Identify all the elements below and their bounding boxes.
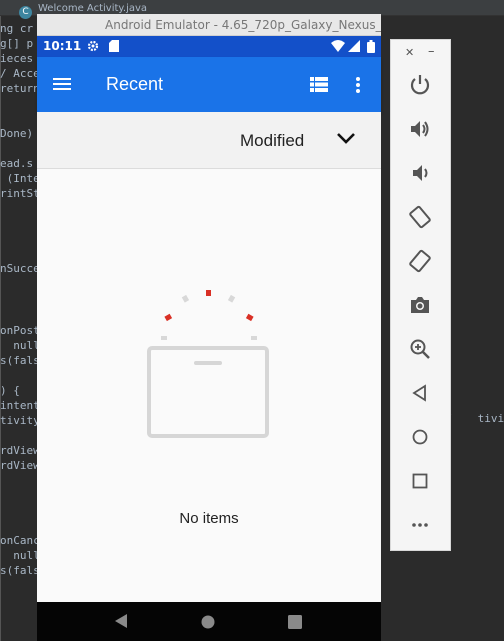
- empty-state-text: No items: [179, 510, 239, 527]
- code-line: tivity: [0, 414, 40, 427]
- sd-card-icon: [109, 40, 119, 55]
- menu-icon[interactable]: [53, 76, 73, 92]
- code-line: (Inte: [0, 172, 40, 185]
- app-bar: Recent: [37, 57, 381, 112]
- code-line: intent: [0, 399, 40, 412]
- code-line: onPost: [0, 324, 40, 337]
- back-icon[interactable]: [408, 381, 432, 405]
- nav-back-icon[interactable]: [114, 613, 128, 633]
- emulator-window-title: Android Emulator - 4.65_720p_Galaxy_Nexu…: [105, 18, 381, 32]
- code-line: ng cr: [0, 22, 34, 35]
- code-line: g[] p: [0, 37, 34, 50]
- volume-up-icon[interactable]: [408, 117, 432, 141]
- code-line: s(fals: [0, 354, 40, 367]
- code-line: ead.s: [0, 157, 34, 170]
- home-icon[interactable]: [408, 425, 432, 449]
- page-title: Recent: [106, 74, 164, 94]
- nav-recents-icon[interactable]: [288, 614, 302, 633]
- more-options-icon[interactable]: [408, 513, 432, 537]
- rotate-right-icon[interactable]: [408, 249, 432, 273]
- code-line: return: [0, 82, 40, 95]
- code-line: null: [0, 339, 40, 352]
- code-line: null: [0, 549, 40, 562]
- camera-icon[interactable]: [408, 293, 432, 317]
- close-icon[interactable]: ✕: [405, 46, 414, 59]
- code-line: rdView: [0, 444, 40, 457]
- list-view-icon[interactable]: [310, 77, 330, 93]
- signal-icon: [348, 40, 360, 55]
- power-icon[interactable]: [408, 73, 432, 97]
- nav-home-icon[interactable]: [201, 614, 215, 633]
- android-nav-bar: [37, 602, 381, 641]
- rotate-left-icon[interactable]: [408, 205, 432, 229]
- wifi-icon: [331, 40, 345, 55]
- code-line: rintSt: [0, 187, 40, 200]
- code-line: onCanc: [0, 534, 40, 547]
- code-line: ) {: [0, 384, 20, 397]
- code-line: / Acce: [0, 67, 40, 80]
- chevron-down-icon[interactable]: [336, 130, 356, 144]
- sort-dropdown-label[interactable]: Modified: [240, 131, 304, 151]
- overview-icon[interactable]: [408, 469, 432, 493]
- empty-state-illustration: [147, 290, 271, 444]
- code-line: Done): [0, 127, 34, 140]
- file-list-area: No items: [37, 170, 381, 602]
- emulator-control-panel: ✕ –: [390, 39, 451, 551]
- settings-gear-icon: [87, 40, 99, 55]
- code-line: rdView: [0, 459, 40, 472]
- volume-down-icon[interactable]: [408, 161, 432, 185]
- ide-tab-label[interactable]: Welcome Activity.java: [38, 3, 147, 14]
- emulator-window: Android Emulator - 4.65_720p_Galaxy_Nexu…: [37, 14, 381, 641]
- code-line: nSucce: [0, 262, 40, 275]
- android-status-bar: 10:11: [37, 36, 381, 57]
- java-class-icon: C: [19, 6, 32, 19]
- battery-icon: [367, 40, 375, 56]
- code-line: s(fals: [0, 564, 40, 577]
- code-line: ieces: [0, 52, 34, 65]
- more-vert-icon[interactable]: [353, 77, 363, 95]
- status-time: 10:11: [43, 39, 82, 53]
- zoom-in-icon[interactable]: [408, 337, 432, 361]
- emulator-title-bar[interactable]: Android Emulator - 4.65_720p_Galaxy_Nexu…: [37, 14, 381, 36]
- sort-bar: Modified: [37, 112, 381, 169]
- minimize-icon[interactable]: –: [428, 44, 435, 59]
